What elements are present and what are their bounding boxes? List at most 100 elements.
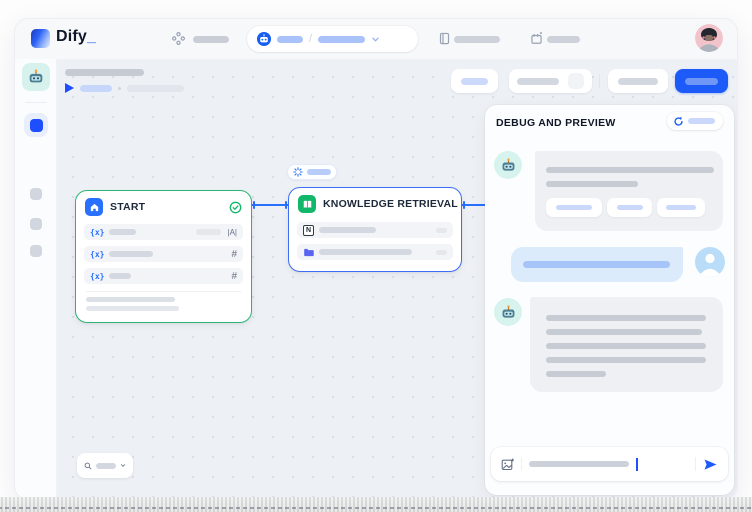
sidebar-divider [25, 102, 47, 103]
start-variable-row: {x} # [84, 246, 243, 262]
suggested-reply-button[interactable] [657, 198, 705, 217]
button-toggle-icon[interactable] [568, 73, 584, 89]
variable-token: {x} [90, 272, 104, 281]
app-header: Dify_ / [15, 19, 737, 59]
run-label-skeleton [80, 85, 112, 92]
restart-icon [673, 116, 684, 127]
suggestion-skeleton [617, 205, 643, 210]
sidebar-app-icon[interactable] [22, 63, 50, 91]
chevron-down-icon[interactable] [120, 461, 126, 470]
assistant-message [530, 297, 723, 392]
brand-name: Dify [56, 28, 87, 45]
start-variable-row: {x} |A| [84, 224, 243, 240]
user-avatar[interactable] [695, 24, 723, 52]
sparkle-loading-icon [293, 167, 303, 177]
breadcrumb-divider: / [309, 33, 312, 45]
left-sidebar [15, 59, 57, 499]
workflow-title-skeleton [65, 69, 144, 76]
text-cursor [636, 458, 638, 471]
app-name-skeleton [277, 36, 303, 43]
debug-preview-panel: DEBUG AND PREVIEW [485, 105, 734, 495]
variable-name-skeleton [109, 229, 136, 235]
node-knowledge-title: KNOWLEDGE RETRIEVAL [323, 198, 458, 210]
sidebar-item-4[interactable] [30, 245, 42, 257]
node-start-title: START [110, 201, 222, 213]
suggestion-skeleton [666, 205, 696, 210]
variable-value-skeleton [196, 229, 221, 235]
input-separator [695, 457, 696, 471]
dify-logo-text: Dify_ [56, 28, 96, 46]
knowledge-source-row [297, 244, 453, 260]
apps-icon[interactable] [172, 32, 185, 45]
sidebar-item-workflow-active[interactable] [24, 113, 48, 137]
send-icon[interactable] [703, 457, 718, 472]
source-meta-skeleton [436, 228, 447, 233]
workflow-status-row [65, 81, 184, 95]
folder-icon [303, 247, 314, 258]
sidebar-item-2[interactable] [30, 188, 42, 200]
notion-icon: N [303, 225, 314, 236]
user-message [511, 247, 683, 282]
toolbar-button-1[interactable] [451, 69, 498, 93]
notebook-icon[interactable] [438, 32, 451, 45]
node-description-skeleton [86, 297, 175, 302]
image-plus-icon[interactable] [501, 458, 514, 471]
assistant-avatar [494, 298, 522, 326]
cropped-taskbar-strip [0, 497, 752, 512]
workflow-name-skeleton [318, 36, 365, 43]
string-type-icon: |A| [228, 228, 238, 237]
button-label-skeleton [685, 78, 718, 85]
toolbar-button-2[interactable] [509, 69, 592, 93]
nav-label-skeleton [193, 36, 229, 43]
message-line-skeleton [546, 343, 706, 349]
input-separator [521, 457, 522, 471]
schedule-icon[interactable] [530, 32, 543, 45]
button-label-skeleton [461, 78, 488, 85]
suggested-reply-button[interactable] [607, 198, 652, 217]
app-switcher[interactable]: / [247, 26, 418, 52]
node-start[interactable]: START {x} |A| {x} [75, 190, 252, 323]
node-start-header: START [76, 191, 251, 221]
suggestion-skeleton [556, 205, 592, 210]
docs-label-skeleton [454, 36, 500, 43]
message-line-skeleton [523, 261, 670, 268]
toolbar-separator [599, 74, 600, 88]
publish-button[interactable] [675, 69, 728, 93]
number-type-icon: # [231, 271, 237, 282]
variable-name-skeleton [109, 273, 131, 279]
suggested-replies [546, 198, 712, 217]
sidebar-item-3[interactable] [30, 218, 42, 230]
node-knowledge-retrieval[interactable]: KNOWLEDGE RETRIEVAL N [288, 187, 462, 272]
source-name-skeleton [319, 227, 376, 233]
zoom-control[interactable] [77, 453, 133, 478]
dify-logo-icon [31, 29, 50, 48]
button-label-skeleton [618, 78, 658, 85]
loading-label-skeleton [307, 169, 331, 175]
restart-button[interactable] [667, 112, 723, 130]
zoom-level-skeleton [96, 463, 116, 469]
knowledge-source-row: N [297, 222, 453, 238]
message-line-skeleton [546, 357, 706, 363]
robot-icon [27, 68, 45, 86]
user-chat-avatar [695, 247, 725, 277]
message-line-skeleton [546, 167, 714, 173]
edge-start-to-knowledge [252, 204, 288, 206]
play-icon[interactable] [65, 83, 74, 93]
assistant-message [535, 151, 723, 231]
edge-knowledge-out [462, 204, 485, 206]
robot-icon [500, 157, 517, 174]
suggested-reply-button[interactable] [546, 198, 602, 217]
schedule-label-skeleton [547, 36, 580, 43]
workflow-icon [30, 119, 43, 132]
chat-input[interactable] [491, 447, 728, 481]
home-icon [85, 198, 103, 216]
chevron-down-icon[interactable] [371, 35, 380, 44]
message-line-skeleton [546, 329, 702, 335]
variable-token: {x} [90, 228, 104, 237]
button-label-skeleton [517, 78, 559, 85]
node-divider [86, 291, 241, 292]
workflow-canvas[interactable]: START {x} |A| {x} [57, 59, 737, 499]
source-meta-skeleton [436, 250, 447, 255]
toolbar-button-3[interactable] [608, 69, 668, 93]
message-line-skeleton [546, 371, 606, 377]
